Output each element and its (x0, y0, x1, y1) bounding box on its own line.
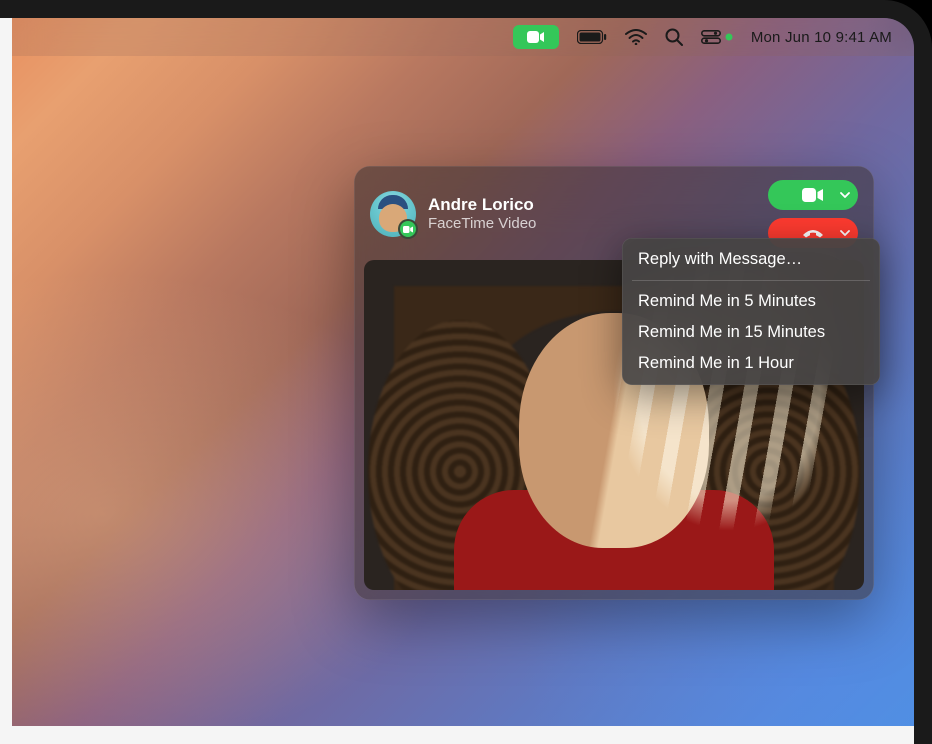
facetime-incoming-notification: Andre Lorico FaceTime Video (354, 166, 874, 600)
accept-call-button[interactable] (768, 180, 858, 210)
menu-item-remind-1hour[interactable]: Remind Me in 1 Hour (622, 348, 880, 379)
menu-item-remind-15min[interactable]: Remind Me in 15 Minutes (622, 317, 880, 348)
menubar: Mon Jun 10 9:41 AM (12, 18, 914, 56)
video-camera-icon (403, 226, 413, 233)
wifi-icon (625, 29, 647, 45)
video-camera-icon (802, 188, 824, 202)
facetime-badge (398, 219, 418, 239)
control-center[interactable] (701, 30, 733, 44)
menu-separator (632, 280, 870, 281)
privacy-dot-icon (725, 33, 733, 41)
wifi-status[interactable] (625, 29, 647, 45)
menu-item-remind-5min[interactable]: Remind Me in 5 Minutes (622, 286, 880, 317)
call-type-label: FaceTime Video (428, 215, 756, 234)
chevron-down-icon (840, 192, 850, 198)
caller-name: Andre Lorico (428, 194, 756, 215)
battery-icon (577, 30, 607, 44)
menubar-datetime[interactable]: Mon Jun 10 9:41 AM (751, 29, 892, 46)
desktop: Mon Jun 10 9:41 AM Andre Lorico FaceTime… (12, 18, 914, 726)
control-center-icon (701, 30, 721, 44)
battery-status[interactable] (577, 30, 607, 44)
phone-hangup-icon (801, 228, 825, 238)
spotlight-search[interactable] (665, 28, 683, 46)
caller-avatar (370, 191, 416, 237)
device-bezel: Mon Jun 10 9:41 AM Andre Lorico FaceTime… (12, 0, 932, 726)
facetime-menubar-indicator[interactable] (513, 25, 559, 49)
search-icon (665, 28, 683, 46)
menu-item-reply-message[interactable]: Reply with Message… (622, 244, 880, 275)
caller-info: Andre Lorico FaceTime Video (428, 194, 756, 234)
video-camera-icon (527, 31, 545, 43)
decline-options-menu: Reply with Message… Remind Me in 5 Minut… (622, 238, 880, 385)
chevron-down-icon (840, 230, 850, 236)
